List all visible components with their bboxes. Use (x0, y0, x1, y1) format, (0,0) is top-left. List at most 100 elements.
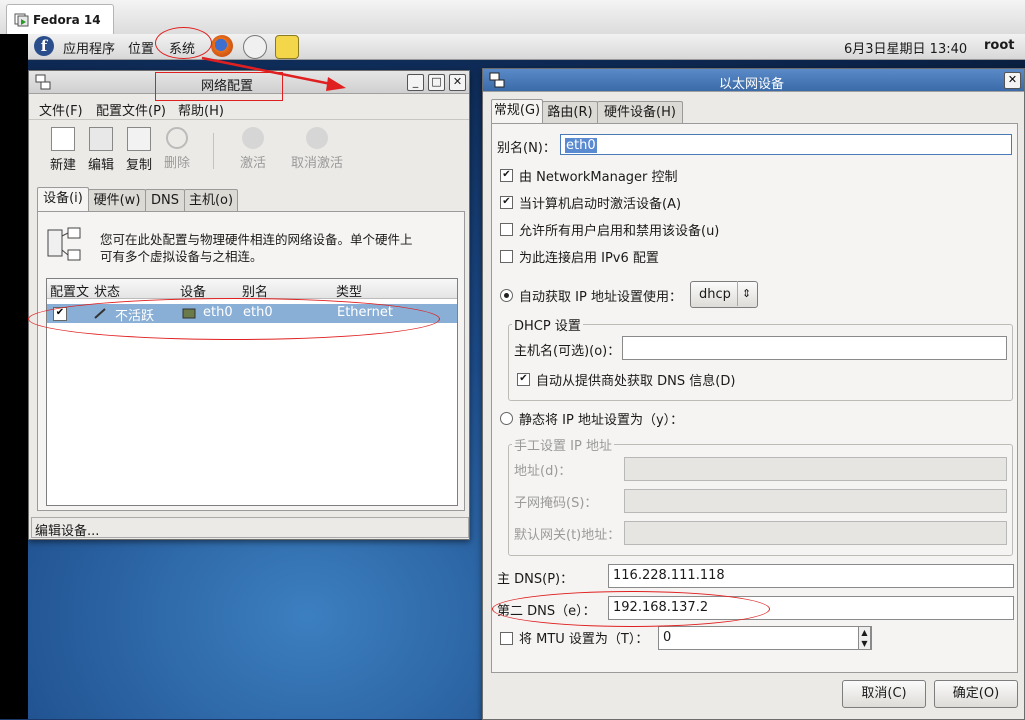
gateway-label: 默认网关(t)地址： (514, 528, 621, 543)
ipv6-label: 为此连接启用 IPv6 配置 (519, 251, 659, 266)
tab-hardware-device[interactable]: 硬件设备(H) (597, 101, 683, 124)
col-status[interactable]: 状态 (94, 281, 120, 300)
dns1-label: 主 DNS(P)： (497, 572, 574, 587)
deactivate-button[interactable]: 取消激活 (287, 127, 347, 171)
new-icon (51, 127, 75, 151)
row-type: Ethernet (337, 305, 393, 320)
tab-hosts[interactable]: 主机(o) (184, 189, 238, 212)
dns2-field[interactable]: 192.168.137.2 (608, 596, 1014, 620)
deactivate-icon (306, 127, 328, 149)
dhcp-group-label: DHCP 设置 (512, 315, 583, 334)
activate-icon (242, 127, 264, 149)
tab-general[interactable]: 常规(G) (491, 99, 543, 124)
menu-profile[interactable]: 配置文件(P) (96, 100, 166, 119)
mtu-value: 0 (663, 630, 672, 645)
ethernet-device-window: 以太网设备 ✕ 常规(G) 路由(R) 硬件设备(H) 别名(N)： eth0 … (482, 68, 1025, 720)
tab-route[interactable]: 路由(R) (542, 101, 598, 124)
dns1-field[interactable]: 116.228.111.118 (608, 564, 1014, 588)
vm-left-margin (0, 34, 28, 719)
tab-devices[interactable]: 设备(i) (37, 187, 89, 212)
netmask-label: 子网掩码(S)： (514, 496, 598, 511)
firefox-icon[interactable] (211, 35, 233, 57)
col-profile[interactable]: 配置文 (50, 281, 89, 300)
select-arrow-icon: ⇕ (737, 281, 751, 306)
dns2-value: 192.168.137.2 (613, 600, 709, 615)
dns2-label: 第二 DNS（e）： (497, 604, 596, 619)
vm-tab-title: Fedora 14 (33, 13, 101, 27)
hostname-field[interactable] (622, 336, 1007, 360)
delete-button[interactable]: 删除 (155, 127, 199, 171)
ok-button[interactable]: 确定(O) (934, 680, 1018, 708)
toolbar-separator (213, 133, 214, 169)
nickname-field[interactable]: eth0 (560, 134, 1012, 155)
table-row[interactable]: ✔ 不活跃 eth0 eth0 Ethernet (47, 304, 457, 324)
col-type[interactable]: 类型 (336, 281, 362, 300)
divider (29, 119, 469, 120)
copy-label: 复制 (125, 158, 152, 173)
mtu-spinner[interactable]: ▲ ▼ (858, 626, 871, 650)
static-ip-radio[interactable] (500, 412, 513, 425)
nickname-label: 别名(N)： (497, 141, 556, 156)
ethernet-card-icon (182, 308, 196, 319)
network-app-icon (489, 72, 505, 88)
col-device[interactable]: 设备 (180, 281, 206, 300)
tab-dns[interactable]: DNS (145, 189, 185, 212)
user-control-checkbox[interactable] (500, 223, 513, 236)
copy-icon (127, 127, 151, 151)
static-ip-label: 静态将 IP 地址设置为（y）： (519, 413, 684, 428)
devices-description: 您可在此处配置与物理硬件相连的网络设备。单个硬件上 可有多个虚拟设备与之相连。 (100, 231, 413, 265)
cancel-button[interactable]: 取消(C) (842, 680, 926, 708)
auto-dns-checkbox[interactable]: ✔ (517, 373, 530, 386)
mtu-field[interactable]: 0 (658, 626, 872, 650)
close-button[interactable]: ✕ (449, 74, 466, 91)
ipv6-checkbox[interactable] (500, 250, 513, 263)
menu-help[interactable]: 帮助(H) (178, 100, 224, 119)
address-field[interactable] (624, 457, 1007, 481)
inactive-icon (94, 308, 106, 319)
deactivate-label: 取消激活 (290, 156, 343, 171)
network-app-icon (35, 74, 51, 90)
gateway-field[interactable] (624, 521, 1007, 545)
description-line-1: 您可在此处配置与物理硬件相连的网络设备。单个硬件上 (100, 232, 413, 247)
nm-control-checkbox[interactable]: ✔ (500, 169, 513, 182)
maximize-button[interactable]: □ (428, 74, 445, 91)
mtu-label: 将 MTU 设置为（T）： (519, 632, 649, 647)
onboot-checkbox[interactable]: ✔ (500, 196, 513, 209)
menu-system[interactable]: 系统 (169, 38, 195, 57)
titlebar[interactable]: 以太网设备 ✕ (483, 69, 1024, 92)
tab-hardware[interactable]: 硬件(w) (88, 189, 146, 212)
user-control-label: 允许所有用户启用和禁用该设备(u) (519, 224, 720, 239)
minimize-button[interactable]: _ (407, 74, 424, 91)
menu-applications[interactable]: 应用程序 (63, 38, 115, 57)
panel-user[interactable]: root (984, 38, 1015, 53)
col-alias[interactable]: 别名 (242, 281, 268, 300)
vm-icon (14, 13, 29, 27)
dhcp-select-value: dhcp (699, 287, 731, 302)
general-panel: 别名(N)： eth0 ✔ 由 NetworkManager 控制 ✔ 当计算机… (491, 123, 1018, 673)
devices-panel: 您可在此处配置与物理硬件相连的网络设备。单个硬件上 可有多个虚拟设备与之相连。 … (37, 211, 465, 511)
activate-label: 激活 (239, 156, 266, 171)
dhcp-select[interactable]: dhcp ⇕ (690, 281, 758, 308)
devices-table: 配置文 状态 设备 别名 类型 ✔ 不活跃 eth0 eth0 Ethernet (46, 278, 458, 506)
mtu-checkbox[interactable] (500, 632, 513, 645)
auto-ip-radio[interactable] (500, 289, 513, 302)
network-devices-icon (47, 227, 81, 261)
table-header: 配置文 状态 设备 别名 类型 (47, 279, 457, 300)
netmask-field[interactable] (624, 489, 1007, 513)
row-device: eth0 (203, 305, 233, 320)
delete-label: 删除 (163, 156, 190, 171)
activate-button[interactable]: 激活 (231, 127, 275, 171)
close-button[interactable]: ✕ (1004, 72, 1021, 89)
menu-places[interactable]: 位置 (128, 38, 154, 57)
vm-tab-bar: Fedora 14 (0, 0, 1025, 35)
address-label: 地址(d)： (514, 464, 572, 479)
row-enabled-checkbox[interactable]: ✔ (53, 307, 67, 321)
vm-tab[interactable]: Fedora 14 (6, 4, 114, 35)
delete-icon (166, 127, 188, 149)
statusbar: 编辑设备... (31, 517, 469, 539)
statusbar-text: 编辑设备... (35, 524, 100, 539)
fedora-logo-icon[interactable]: f (34, 36, 54, 56)
menu-file[interactable]: 文件(F) (39, 100, 83, 119)
annotation-arrow-icon (201, 56, 346, 91)
panel-clock[interactable]: 6月3日星期日 13:40 (844, 38, 967, 57)
